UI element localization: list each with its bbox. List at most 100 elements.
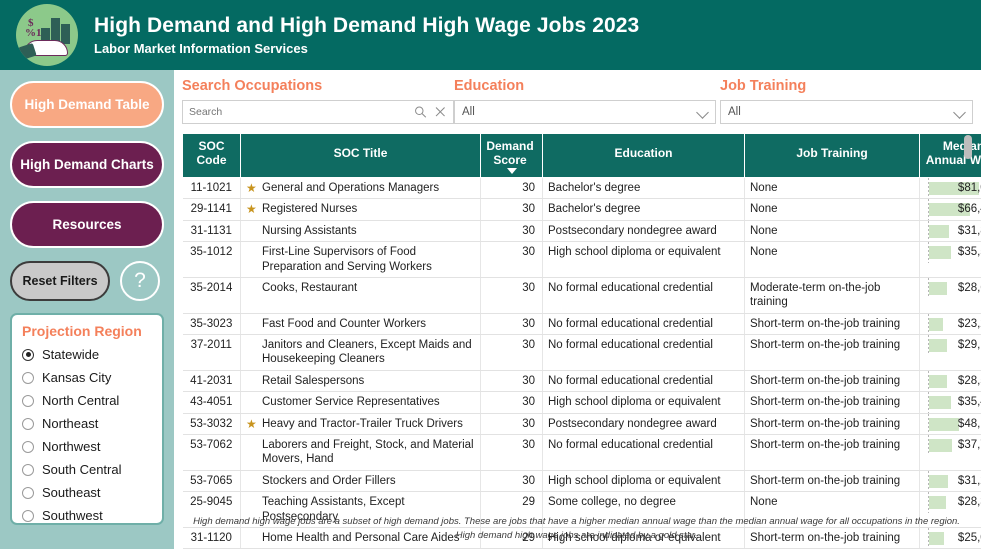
table-row[interactable]: 41-2031★Retail Salespersons30No formal e… xyxy=(182,370,981,393)
cell-soc-code: 11-1021 xyxy=(182,177,241,200)
radio-icon[interactable] xyxy=(22,486,34,499)
table-scrollbar[interactable] xyxy=(963,133,973,501)
main-panel: Search Occupations Search Education All … xyxy=(174,70,981,549)
sidebar-item-high-demand-charts[interactable]: High Demand Charts xyxy=(10,141,164,188)
table-scrollbar-thumb[interactable] xyxy=(964,135,972,159)
table-row[interactable]: 31-1131★Nursing Assistants30Postsecondar… xyxy=(182,220,981,243)
wage-value-label: $66,460 xyxy=(957,203,981,216)
soc-title-text: Cooks, Restaurant xyxy=(262,281,358,294)
table-header: SOC Code SOC Title Demand Score Educatio… xyxy=(182,133,981,178)
radio-icon[interactable] xyxy=(22,417,34,430)
cell-soc-title: ★ Heavy and Tractor-Trailer Truck Drivers xyxy=(240,413,481,435)
region-option-label: South Central xyxy=(42,462,122,477)
cell-demand-score: 30 xyxy=(480,177,543,200)
projection-region-title: Projection Region xyxy=(22,323,142,339)
region-option-kansas-city[interactable]: Kansas City xyxy=(22,366,152,389)
cell-job-training: None xyxy=(744,198,920,221)
cell-soc-code: 53-3032 xyxy=(182,413,241,435)
table-row[interactable]: 29-1141 ★ Registered Nurses 30 Bachelor's de… xyxy=(182,198,981,221)
column-header-demand-score[interactable]: Demand Score xyxy=(480,133,543,178)
column-header-soc-code[interactable]: SOC Code xyxy=(182,133,241,178)
clear-search-icon[interactable] xyxy=(434,105,447,119)
help-icon[interactable]: ? xyxy=(120,261,160,301)
cell-education: Postsecondary nondegree award xyxy=(542,413,745,435)
radio-icon[interactable] xyxy=(22,463,34,476)
region-option-label: Southwest xyxy=(42,508,103,523)
dashboard-app: $ % 1 High Demand and High Demand High W… xyxy=(0,0,981,549)
cell-education: No formal educational credential xyxy=(542,434,745,471)
sidebar: High Demand Table High Demand Charts Res… xyxy=(0,70,174,549)
cell-soc-code: 31-1131 xyxy=(182,220,241,243)
soc-title-text: Heavy and Tractor-Trailer Truck Drivers xyxy=(262,417,463,430)
region-option-southeast[interactable]: Southeast xyxy=(22,481,152,504)
job-training-filter-label: Job Training xyxy=(720,78,807,94)
wage-value-label: $23,240 xyxy=(957,317,981,330)
cell-job-training: None xyxy=(744,177,920,200)
region-option-northwest[interactable]: Northwest xyxy=(22,435,152,458)
chevron-down-icon[interactable] xyxy=(953,106,966,119)
table-row[interactable]: 53-3032 ★ Heavy and Tractor-Trailer Truck … xyxy=(182,413,981,435)
job-training-select[interactable]: All xyxy=(720,100,973,124)
region-option-label: Northeast xyxy=(42,416,99,431)
cell-soc-title: ★ Registered Nurses xyxy=(240,198,481,221)
sidebar-item-resources[interactable]: Resources xyxy=(10,201,164,248)
table-row[interactable]: 37-2011★Janitors and Cleaners, Except Ma… xyxy=(182,334,981,371)
sidebar-item-high-demand-table[interactable]: High Demand Table xyxy=(10,81,164,128)
wage-value-label: $37,710 xyxy=(957,438,981,451)
education-select[interactable]: All xyxy=(454,100,716,124)
table-row[interactable]: 11-1021 ★ General and Operations Managers 3… xyxy=(182,177,981,200)
search-input[interactable] xyxy=(183,101,453,123)
radio-icon[interactable] xyxy=(22,348,34,361)
region-option-north-central[interactable]: North Central xyxy=(22,389,152,412)
sort-descending-icon[interactable] xyxy=(506,168,517,174)
cell-demand-score: 30 xyxy=(480,220,543,243)
soc-title-text: Fast Food and Counter Workers xyxy=(262,317,427,330)
region-option-southwest[interactable]: Southwest xyxy=(22,504,152,527)
wage-value-label: $31,880 xyxy=(957,224,981,237)
hand-holding-bar-chart-logo: $ % 1 xyxy=(16,4,78,66)
table-row[interactable]: 53-7065★Stockers and Order Fillers30High… xyxy=(182,470,981,493)
radio-icon[interactable] xyxy=(22,440,34,453)
table-row[interactable]: 43-4051★Customer Service Representatives… xyxy=(182,391,981,414)
search-field-wrapper[interactable] xyxy=(182,100,454,124)
cell-soc-code: 35-2014 xyxy=(182,277,241,314)
cell-soc-code: 35-3023 xyxy=(182,313,241,336)
cell-soc-title: ★ General and Operations Managers xyxy=(240,177,481,200)
cell-education: Postsecondary nondegree award xyxy=(542,220,745,243)
page-subtitle: Labor Market Information Services xyxy=(94,40,308,56)
column-header-education[interactable]: Education xyxy=(542,133,745,178)
cell-job-training: Short-term on-the-job training xyxy=(744,391,920,414)
projection-region-panel: Projection Region Statewide Kansas City No… xyxy=(10,313,164,525)
cell-soc-code: 43-4051 xyxy=(182,391,241,414)
wage-value-label: $28,320 xyxy=(957,496,981,509)
soc-title-text: First-Line Supervisors of Food Preparati… xyxy=(262,246,432,273)
column-header-job-training[interactable]: Job Training xyxy=(744,133,920,178)
search-icon[interactable] xyxy=(414,105,427,119)
cell-soc-title: ★Retail Salespersons xyxy=(240,370,481,393)
table-row[interactable]: 35-3023★Fast Food and Counter Workers30N… xyxy=(182,313,981,336)
chevron-down-icon[interactable] xyxy=(696,106,709,119)
column-header-soc-title[interactable]: SOC Title xyxy=(240,133,481,178)
radio-icon[interactable] xyxy=(22,371,34,384)
reset-row: Reset Filters ? xyxy=(10,261,164,301)
region-option-south-central[interactable]: South Central xyxy=(22,458,152,481)
sidebar-item-label: Resources xyxy=(52,217,122,232)
table-row[interactable]: 35-1012★First-Line Supervisors of Food P… xyxy=(182,241,981,278)
column-header-demand-score-label: Demand Score xyxy=(486,139,534,167)
region-option-label: North Central xyxy=(42,393,120,408)
cell-soc-title: ★Laborers and Freight, Stock, and Materi… xyxy=(240,434,481,471)
gold-star-icon: ★ xyxy=(246,202,257,217)
radio-icon[interactable] xyxy=(22,509,34,522)
occupations-table-area: SOC Code SOC Title Demand Score Educatio… xyxy=(182,133,981,549)
table-header-row: SOC Code SOC Title Demand Score Educatio… xyxy=(182,133,981,178)
table-row[interactable]: 53-7062★Laborers and Freight, Stock, and… xyxy=(182,434,981,471)
cell-education: High school diploma or equivalent xyxy=(542,391,745,414)
region-option-statewide[interactable]: Statewide xyxy=(22,343,152,366)
wage-value-label: $35,530 xyxy=(957,246,981,259)
wage-value-label: $35,460 xyxy=(957,396,981,409)
cell-soc-title: ★Stockers and Order Fillers xyxy=(240,470,481,493)
radio-icon[interactable] xyxy=(22,394,34,407)
reset-filters-button[interactable]: Reset Filters xyxy=(10,261,110,301)
table-row[interactable]: 35-2014★Cooks, Restaurant30No formal edu… xyxy=(182,277,981,314)
region-option-northeast[interactable]: Northeast xyxy=(22,412,152,435)
